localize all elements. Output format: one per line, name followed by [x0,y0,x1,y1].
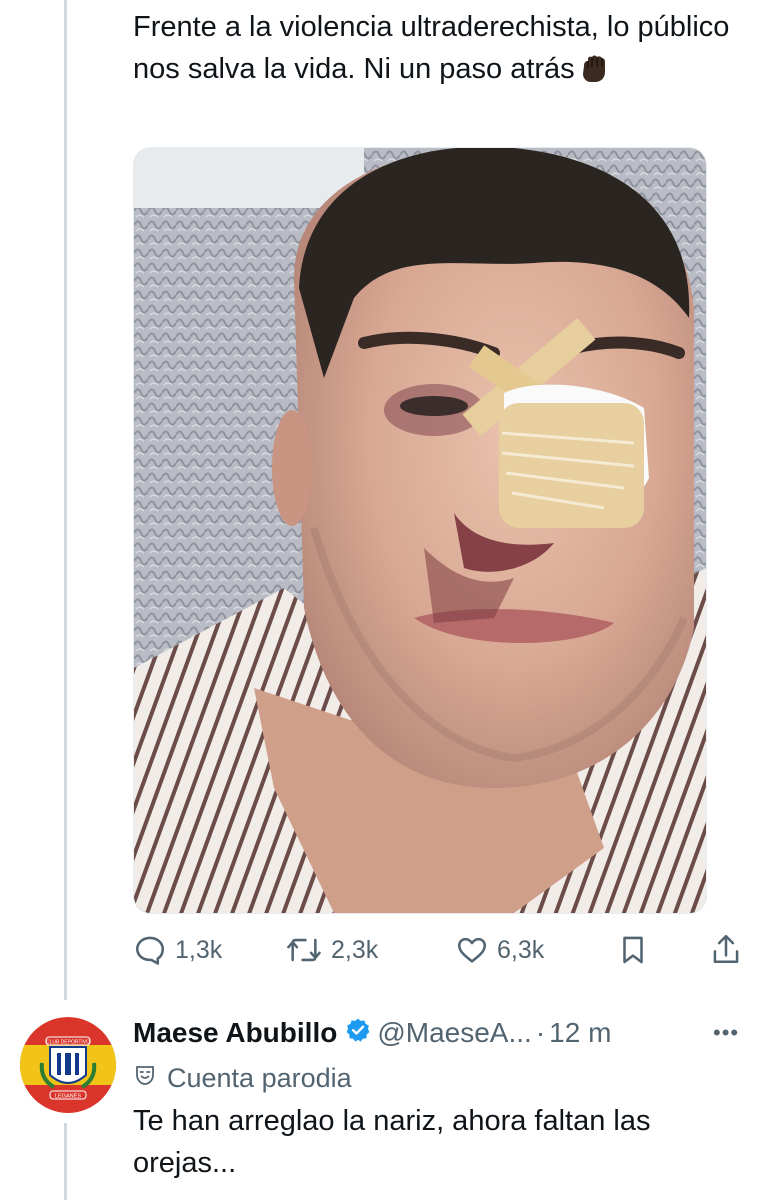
avatar[interactable]: CLUB DEPORTIVO LEGANÉS [20,1017,116,1113]
parody-label-text: Cuenta parodia [167,1062,352,1093]
parody-mask-icon [133,1063,157,1094]
photo-image [134,148,706,913]
like-count: 6,3k [497,935,545,964]
heart-icon [455,933,489,967]
raised-fist-icon [577,52,609,96]
share-action[interactable] [709,930,743,970]
reply-count: 1,3k [175,935,223,964]
badge-bottom-text: LEGANÉS [55,1093,81,1100]
verified-icon [345,1017,371,1050]
retweet-icon [285,933,323,967]
badge-top-text: CLUB DEPORTIVO [46,1040,90,1046]
share-icon [709,932,743,968]
reply-author-name[interactable]: Maese Abubillo [133,1017,337,1049]
tweet-actions: 1,3k 2,3k 6,3k [133,930,745,970]
separator-dot: · [535,1017,546,1048]
reply-thread-line [64,1123,67,1200]
reply-action[interactable]: 1,3k [133,930,222,970]
more-options-icon[interactable]: ••• [713,1020,739,1046]
tweet-text: Frente a la violencia ultraderechista, l… [133,6,733,96]
like-action[interactable]: 6,3k [455,930,544,970]
tweet-text-content: Frente a la violencia ultraderechista, l… [133,11,730,85]
retweet-action[interactable]: 2,3k [285,930,378,970]
retweet-count: 2,3k [331,935,379,964]
bookmark-action[interactable] [617,930,649,970]
tweet-photo[interactable] [133,147,707,914]
thread-line [64,0,67,1000]
reply-timestamp[interactable]: 12 m [549,1017,611,1049]
reply-icon [133,933,167,967]
reply-text: Te han arreglao la nariz, ahora faltan l… [133,1105,651,1179]
reply-header: Maese Abubillo @MaeseA... · 12 m [133,1013,611,1053]
parody-label: Cuenta parodia [133,1060,352,1096]
bookmark-icon [617,933,649,967]
reply-handle[interactable]: @MaeseA... [377,1017,531,1049]
